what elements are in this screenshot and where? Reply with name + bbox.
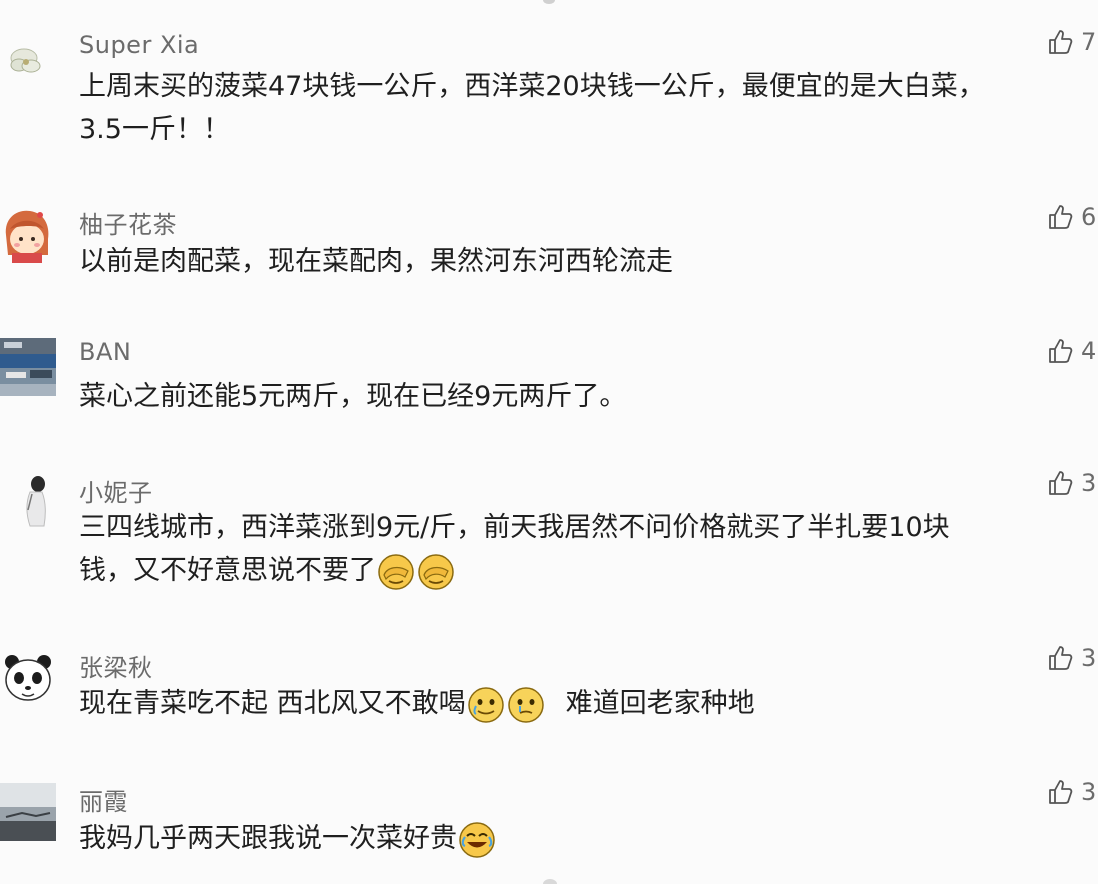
thumbs-up-icon bbox=[1049, 339, 1073, 363]
avatar[interactable] bbox=[0, 338, 56, 396]
comment-line: 3.5一斤！！ bbox=[79, 114, 230, 145]
cry-laugh-emoji-icon bbox=[467, 686, 504, 723]
like-count: 3 bbox=[1081, 469, 1097, 497]
comment-text: 以前是肉配菜，现在菜配肉，果然河东河西轮流走 bbox=[79, 240, 1089, 283]
like-count: 6 bbox=[1081, 203, 1097, 231]
like-count: 3 bbox=[1081, 644, 1097, 672]
username[interactable]: 张梁秋 bbox=[79, 648, 153, 683]
thumbs-up-icon bbox=[1049, 646, 1073, 670]
thumbs-up-icon bbox=[1049, 30, 1073, 54]
avatar[interactable] bbox=[0, 470, 56, 528]
tear-emoji-icon bbox=[507, 686, 544, 723]
cartoon-girl-avatar-icon bbox=[0, 205, 56, 263]
avatar[interactable] bbox=[0, 650, 56, 708]
like-button[interactable]: 7 bbox=[1047, 26, 1096, 58]
username[interactable]: 柚子花茶 bbox=[79, 205, 177, 240]
like-button[interactable]: 3 bbox=[1047, 642, 1096, 674]
comment-text: 三四线城市，西洋菜涨到9元/斤，前天我居然不问价格就买了半扎要10块 钱，又不好… bbox=[79, 506, 1089, 592]
facepalm-emoji-icon bbox=[378, 553, 414, 590]
comment-text: 现在青菜吃不起 西北风又不敢喝 难道回老家种地 bbox=[79, 682, 1089, 725]
like-count: 3 bbox=[1081, 778, 1097, 806]
comment-text: 上周末买的菠菜47块钱一公斤，西洋菜20块钱一公斤，最便宜的是大白菜， 3.5一… bbox=[79, 65, 1089, 151]
scroll-indicator-top bbox=[543, 0, 555, 4]
white-flower-avatar-icon bbox=[0, 36, 56, 86]
like-button[interactable]: 6 bbox=[1047, 201, 1096, 233]
username[interactable]: BAN bbox=[79, 338, 131, 366]
thumbs-up-icon bbox=[1049, 205, 1073, 229]
comment-line: 三四线城市，西洋菜涨到9元/斤，前天我居然不问价格就买了半扎要10块 bbox=[79, 512, 950, 543]
stadium-photo-avatar-icon bbox=[0, 338, 56, 396]
username[interactable]: 小妮子 bbox=[79, 473, 153, 508]
comment-line-text: 我妈几乎两天跟我说一次菜好贵 bbox=[79, 823, 457, 854]
like-count: 4 bbox=[1081, 337, 1097, 365]
avatar[interactable] bbox=[0, 783, 56, 841]
like-button[interactable]: 4 bbox=[1047, 335, 1096, 367]
laugh-tears-emoji-icon bbox=[459, 821, 495, 858]
username[interactable]: Super Xia bbox=[79, 31, 199, 59]
comment-line-text: 钱，又不好意思说不要了 bbox=[79, 555, 376, 586]
comment-line: 钱，又不好意思说不要了 bbox=[79, 549, 1089, 592]
landscape-photo-avatar-icon bbox=[0, 783, 56, 841]
comment-line: 现在青菜吃不起 西北风又不敢喝 难道回老家种地 bbox=[79, 682, 1089, 725]
like-button[interactable]: 3 bbox=[1047, 776, 1096, 808]
thumbs-up-icon bbox=[1049, 471, 1073, 495]
username[interactable]: 丽霞 bbox=[79, 782, 128, 817]
scroll-indicator-bottom bbox=[543, 879, 557, 884]
like-button[interactable]: 3 bbox=[1047, 467, 1096, 499]
facepalm-emoji-icon bbox=[418, 553, 454, 590]
comment-line: 菜心之前还能5元两斤，现在已经9元两斤了。 bbox=[79, 381, 627, 412]
comment-line: 上周末买的菠菜47块钱一公斤，西洋菜20块钱一公斤，最便宜的是大白菜， bbox=[79, 71, 985, 102]
avatar[interactable] bbox=[0, 205, 56, 263]
comment-line-text: 现在青菜吃不起 西北风又不敢喝 bbox=[79, 688, 466, 719]
figure-silhouette-avatar-icon bbox=[0, 470, 56, 528]
comment-text: 菜心之前还能5元两斤，现在已经9元两斤了。 bbox=[79, 375, 1089, 418]
avatar[interactable] bbox=[0, 36, 56, 94]
comment-line: 以前是肉配菜，现在菜配肉，果然河东河西轮流走 bbox=[79, 246, 673, 277]
comment-text: 我妈几乎两天跟我说一次菜好贵 bbox=[79, 817, 1089, 860]
panda-bear-avatar-icon bbox=[0, 650, 56, 708]
comment-line-text: 难道回老家种地 bbox=[565, 688, 755, 719]
comment-list: Super Xia 上周末买的菠菜47块钱一公斤，西洋菜20块钱一公斤，最便宜的… bbox=[0, 0, 1098, 884]
comment-line: 我妈几乎两天跟我说一次菜好贵 bbox=[79, 817, 1089, 860]
thumbs-up-icon bbox=[1049, 780, 1073, 804]
like-count: 7 bbox=[1081, 28, 1097, 56]
